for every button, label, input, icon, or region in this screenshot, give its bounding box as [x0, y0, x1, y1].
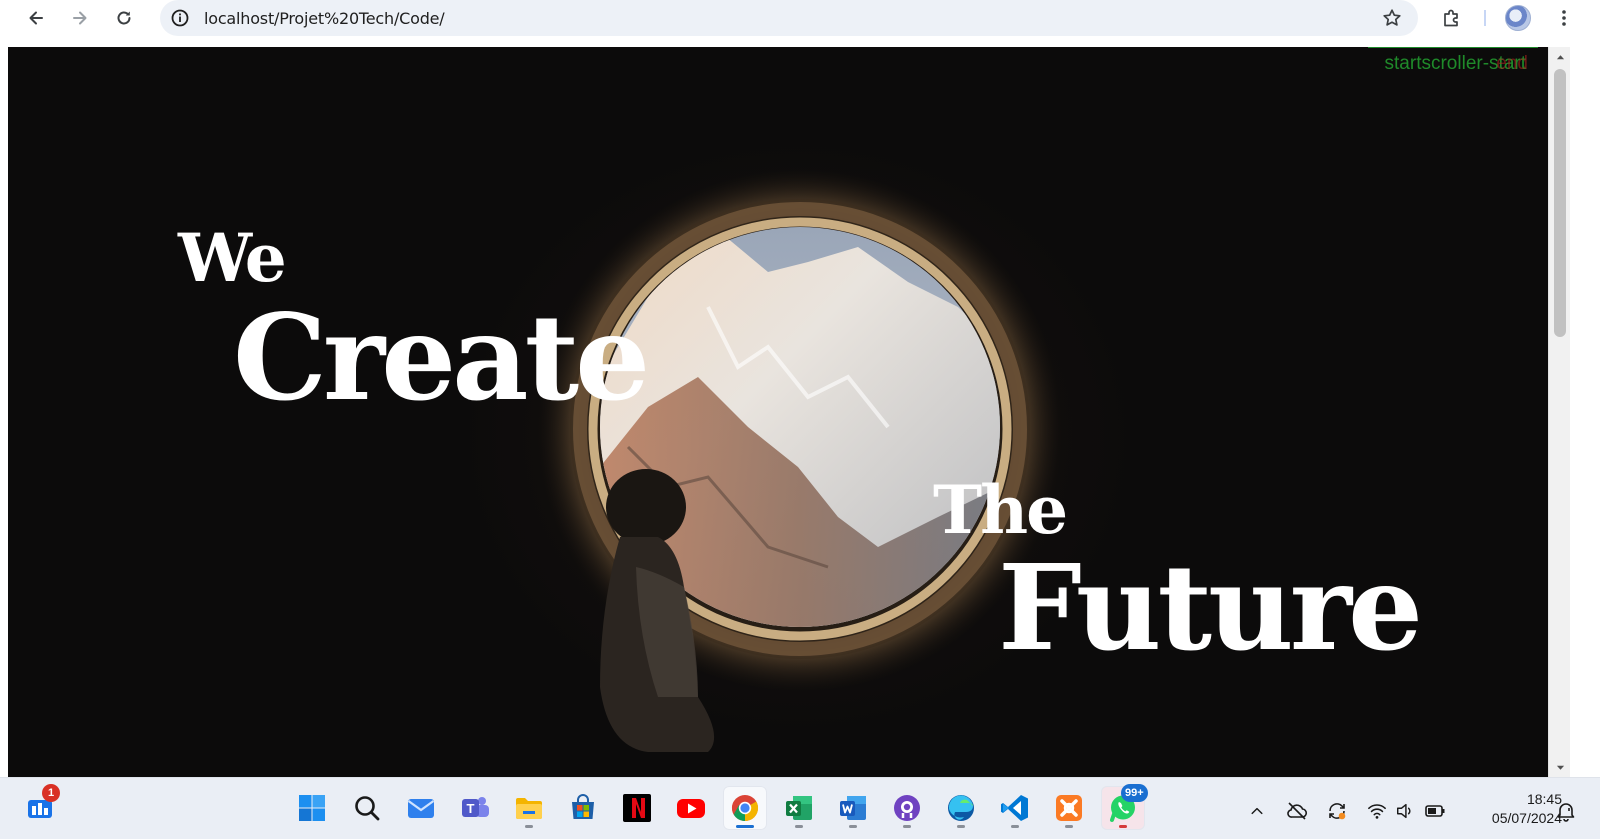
search-icon	[355, 796, 380, 821]
cloud-off-icon	[1287, 802, 1308, 820]
taskbar-app-netflix[interactable]	[615, 786, 659, 830]
teams-icon: T	[462, 797, 489, 817]
scroller-end-text: end	[1496, 53, 1528, 74]
reload-icon	[117, 11, 131, 25]
forward-arrow-icon	[73, 11, 87, 25]
taskbar-app-excel[interactable]	[777, 786, 821, 830]
taskbar-app-xampp[interactable]	[1047, 786, 1091, 830]
windows-logo-icon	[299, 795, 325, 821]
word-icon	[840, 796, 866, 820]
mail-icon	[407, 799, 435, 818]
running-indicator	[1065, 825, 1073, 828]
whatsapp-badge: 99+	[1121, 784, 1148, 802]
edge-icon	[948, 795, 974, 821]
running-indicator	[903, 825, 911, 828]
sync-tray-button[interactable]	[1326, 800, 1348, 822]
site-info-icon[interactable]	[168, 6, 192, 30]
back-button[interactable]	[22, 4, 50, 32]
excel-icon	[786, 796, 812, 820]
forward-button[interactable]	[66, 4, 94, 32]
running-indicator	[795, 825, 803, 828]
active-indicator	[736, 825, 754, 828]
address-bar[interactable]: localhost/Projet%20Tech/Code/	[160, 0, 1418, 36]
chevron-up-icon	[1251, 807, 1263, 815]
hero-word-create: Create	[233, 288, 650, 427]
reload-button[interactable]	[110, 4, 138, 32]
widgets-badge: 1	[42, 784, 60, 802]
youtube-icon	[677, 799, 705, 818]
taskbar-app-vscode[interactable]	[993, 786, 1037, 830]
running-indicator	[525, 825, 533, 828]
store-icon	[572, 794, 594, 819]
scroller-marker-line	[1368, 47, 1538, 48]
scroller-marker-label: startscroller-start end	[1385, 53, 1528, 75]
search-button[interactable]	[345, 786, 389, 830]
taskbar: 1 T 99+ 18:45 05/07/2024	[0, 777, 1600, 839]
show-hidden-icons-button[interactable]	[1246, 800, 1268, 822]
vscode-icon	[1001, 795, 1028, 821]
taskbar-app-github-desktop[interactable]	[885, 786, 929, 830]
url-text[interactable]: localhost/Projet%20Tech/Code/	[204, 9, 445, 28]
taskbar-app-youtube[interactable]	[669, 786, 713, 830]
folder-icon	[516, 798, 542, 819]
taskbar-app-whatsapp[interactable]: 99+	[1101, 784, 1148, 830]
menu-button[interactable]	[1550, 4, 1578, 32]
scroll-thumb[interactable]	[1554, 69, 1566, 337]
running-indicator	[1011, 825, 1019, 828]
vertical-scrollbar[interactable]	[1548, 47, 1570, 777]
page-viewport: We Create The Future startscroller-start…	[8, 47, 1570, 777]
bookmark-star-icon[interactable]	[1380, 6, 1404, 30]
taskbar-app-microsoft-store[interactable]	[561, 786, 605, 830]
puzzle-icon	[1444, 9, 1458, 27]
running-indicator	[957, 825, 965, 828]
wifi-tray-button[interactable]	[1366, 800, 1388, 822]
github-icon	[894, 795, 920, 821]
back-arrow-icon	[29, 11, 43, 25]
chrome-icon	[731, 795, 759, 822]
taskbar-app-word[interactable]	[831, 786, 875, 830]
svg-text:T: T	[467, 801, 475, 816]
wifi-icon	[1368, 804, 1386, 819]
profile-button[interactable]	[1504, 4, 1532, 32]
battery-icon	[1425, 805, 1445, 817]
running-indicator	[849, 825, 857, 828]
notification-bell-icon	[1557, 803, 1575, 822]
scroll-up-icon[interactable]	[1554, 51, 1566, 63]
clock-date: 05/07/2024	[1491, 810, 1562, 826]
taskbar-app-mail[interactable]	[399, 786, 443, 830]
hero-word-we: We	[178, 219, 287, 297]
volume-tray-button[interactable]	[1394, 800, 1416, 822]
browser-toolbar: localhost/Projet%20Tech/Code/	[0, 0, 1600, 47]
onedrive-tray-button[interactable]	[1286, 800, 1308, 822]
taskbar-app-chrome[interactable]	[723, 786, 767, 830]
hero-word-the: The	[933, 471, 1068, 549]
running-indicator	[1119, 825, 1127, 828]
taskbar-clock[interactable]: 18:45 05/07/2024	[1462, 790, 1562, 828]
start-button[interactable]	[290, 786, 334, 830]
taskbar-app-file-explorer[interactable]	[507, 786, 551, 830]
netflix-icon	[623, 794, 651, 822]
battery-tray-button[interactable]	[1424, 800, 1446, 822]
toolbar-divider	[1484, 10, 1486, 26]
taskbar-app-edge[interactable]	[939, 786, 983, 830]
kebab-menu-icon	[1562, 10, 1566, 26]
volume-icon	[1397, 803, 1411, 819]
avatar	[1505, 5, 1531, 31]
taskbar-app-teams[interactable]: T	[453, 786, 497, 830]
notifications-button[interactable]	[1555, 800, 1577, 822]
clock-time: 18:45	[1526, 791, 1562, 807]
extensions-button[interactable]	[1438, 4, 1466, 32]
widgets-button[interactable]: 1	[18, 784, 62, 830]
xampp-icon	[1056, 795, 1082, 821]
sync-icon	[1329, 803, 1346, 820]
scroll-down-icon[interactable]	[1554, 761, 1566, 773]
hero-word-future: Future	[998, 538, 1423, 677]
